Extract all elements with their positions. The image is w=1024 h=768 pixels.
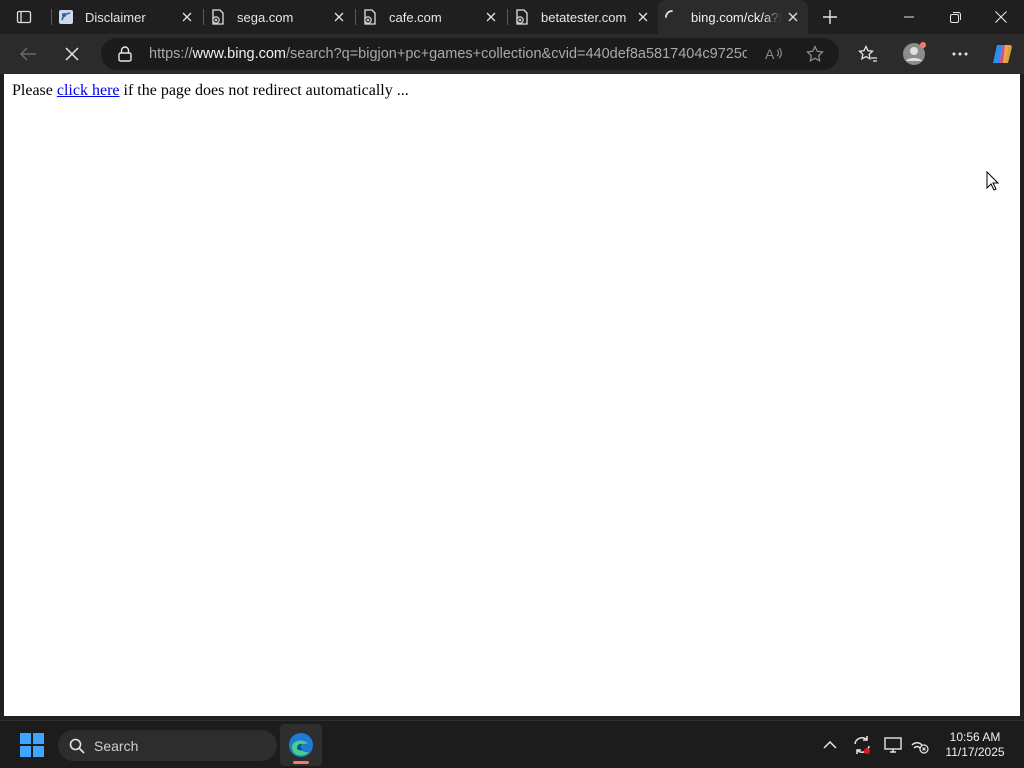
tab-title: bing.com/ck/a?!& — [691, 9, 782, 25]
profile-button[interactable] — [898, 38, 930, 70]
tab-close-icon[interactable] — [480, 6, 502, 28]
sync-icon — [854, 736, 870, 754]
minimize-icon — [904, 16, 914, 18]
chevron-up-icon — [823, 741, 837, 749]
network-tray-button[interactable] — [908, 733, 932, 757]
click-here-link[interactable]: click here — [57, 82, 120, 99]
restore-button[interactable] — [932, 0, 978, 34]
url-host: www.bing.com — [192, 46, 287, 62]
stop-icon — [65, 47, 79, 61]
favorites-list-icon — [858, 45, 877, 62]
more-dots-icon — [952, 52, 968, 56]
tab-title: betatester.com — [541, 9, 627, 25]
settings-more-button[interactable] — [944, 38, 976, 70]
tab-close-icon[interactable] — [632, 6, 654, 28]
clock-date: 11/17/2025 — [945, 745, 1005, 759]
address-bar[interactable]: https://www.bing.com/search?q=bigjon+pc+… — [101, 38, 839, 70]
tab-cafe[interactable]: cafe.com — [356, 0, 506, 34]
tab-close-icon[interactable] — [176, 6, 198, 28]
broken-page-icon — [209, 8, 227, 26]
back-button[interactable] — [12, 38, 44, 70]
running-indicator — [293, 761, 309, 764]
copilot-button[interactable] — [986, 38, 1018, 70]
lock-icon[interactable] — [115, 44, 135, 64]
close-icon — [995, 11, 1007, 23]
redirect-text-before: Please — [12, 82, 57, 99]
taskbar-search-box[interactable]: Search — [58, 730, 277, 761]
broken-page-icon — [513, 8, 531, 26]
page-content: Please click here if the page does not r… — [4, 74, 1020, 716]
mouse-cursor-icon — [986, 171, 1000, 191]
start-button[interactable] — [12, 727, 52, 763]
tab-betatester[interactable]: betatester.com — [508, 0, 658, 34]
tab-title: sega.com — [237, 9, 294, 25]
sync-tray-button[interactable] — [850, 733, 874, 757]
url-path: /search?q=bigjon+pc+games+collection&cvi… — [286, 46, 747, 62]
tab-title: Disclaimer — [85, 9, 146, 25]
loading-spinner-icon — [663, 8, 681, 26]
tab-actions-button[interactable] — [8, 4, 40, 30]
navigation-toolbar: https://www.bing.com/search?q=bigjon+pc+… — [0, 34, 1024, 74]
favorite-star-icon[interactable] — [803, 42, 827, 66]
search-label: Search — [94, 737, 139, 754]
tab-strip: Disclaimer sega.com cafe.com betatester.… — [0, 0, 1024, 34]
windows-logo-icon — [20, 733, 44, 757]
browser-window: Disclaimer sega.com cafe.com betatester.… — [0, 0, 1024, 768]
tab-disclaimer[interactable]: Disclaimer — [52, 0, 202, 34]
plus-icon — [823, 10, 837, 24]
copilot-icon — [993, 45, 1012, 63]
minimize-button[interactable] — [886, 0, 932, 34]
redirect-message: Please click here if the page does not r… — [12, 82, 409, 100]
back-arrow-icon — [19, 47, 36, 61]
edge-logo-icon — [289, 733, 313, 757]
display-tray-button[interactable] — [882, 733, 906, 757]
tray-overflow-button[interactable] — [818, 733, 842, 757]
tab-bing-active[interactable]: bing.com/ck/a?!& — [658, 0, 808, 34]
display-icon — [884, 737, 902, 753]
restore-icon — [949, 11, 961, 23]
url-text[interactable]: https://www.bing.com/search?q=bigjon+pc+… — [149, 46, 747, 62]
favorites-button[interactable] — [852, 38, 884, 70]
tab-close-icon[interactable] — [782, 6, 804, 28]
page-favicon-icon — [57, 8, 75, 26]
redirect-text-after: if the page does not redirect automatica… — [119, 82, 409, 99]
taskbar: Search 10:56 AM 11/17/2025 — [0, 720, 1024, 768]
clock[interactable]: 10:56 AM 11/17/2025 — [938, 730, 1012, 760]
svg-text:A: A — [765, 46, 775, 62]
stop-loading-button[interactable] — [56, 38, 88, 70]
url-prefix: https:// — [149, 46, 193, 62]
tab-title: cafe.com — [389, 9, 442, 25]
close-window-button[interactable] — [978, 0, 1024, 34]
clock-time: 10:56 AM — [949, 730, 1001, 744]
tab-sega[interactable]: sega.com — [204, 0, 354, 34]
search-icon — [68, 737, 86, 755]
edge-taskbar-button[interactable] — [280, 724, 322, 766]
network-disconnected-icon — [911, 742, 929, 754]
broken-page-icon — [361, 8, 379, 26]
avatar-icon — [903, 42, 926, 65]
new-tab-button[interactable] — [816, 4, 844, 30]
tab-actions-icon — [16, 10, 32, 24]
read-aloud-icon[interactable]: A — [763, 42, 787, 66]
tab-close-icon[interactable] — [328, 6, 350, 28]
